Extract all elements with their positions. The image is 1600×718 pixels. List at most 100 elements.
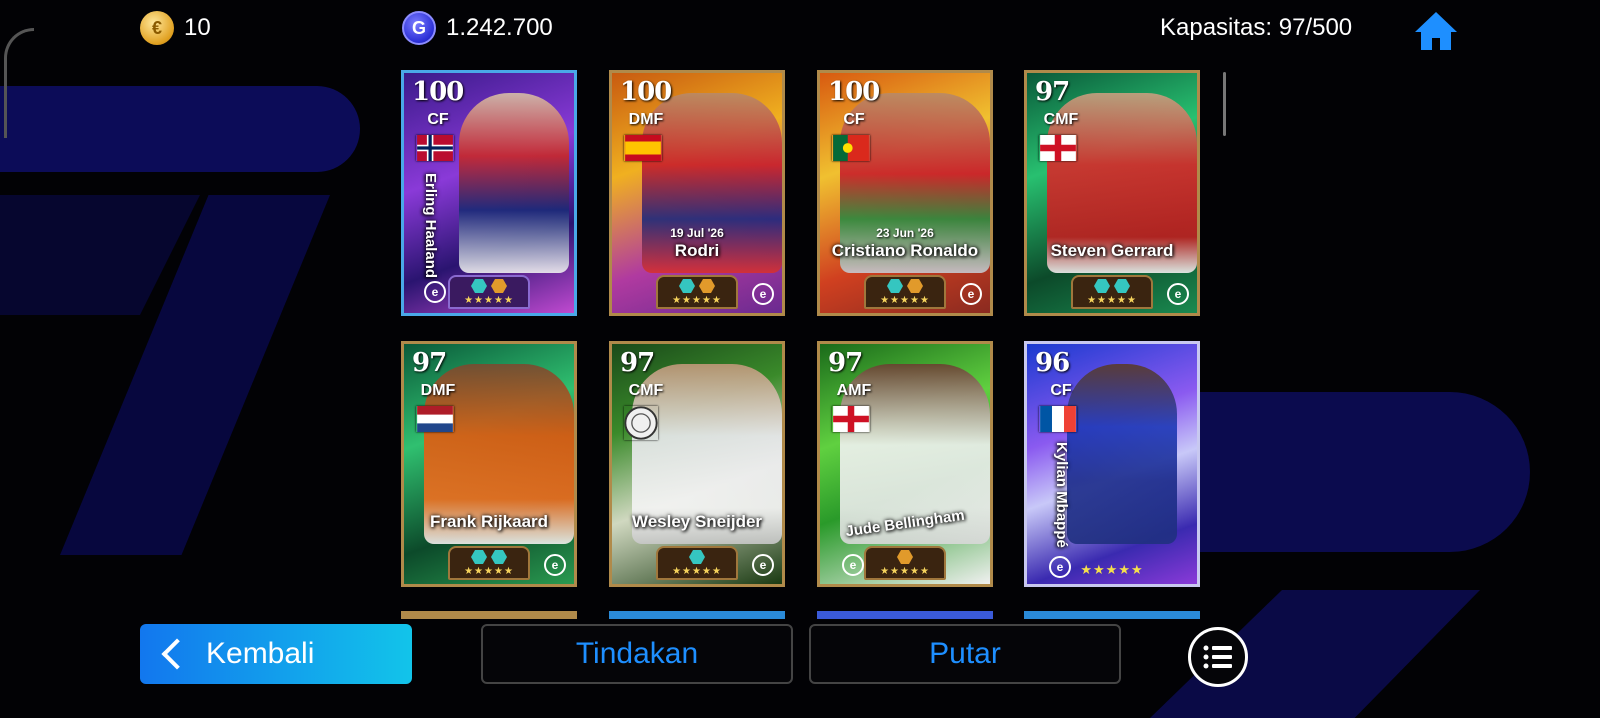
coins-counter: € 10 — [140, 10, 211, 46]
play-button-label: Putar — [929, 637, 1001, 670]
skill-hex-icon — [897, 550, 913, 564]
card-stars: ★★★★★ — [464, 295, 514, 306]
skill-hex-icon — [689, 550, 705, 564]
back-button-label: Kembali — [206, 637, 315, 670]
gp-value: 1.242.700 — [446, 14, 553, 41]
card-date: 23 Jun '26 — [876, 226, 934, 240]
card-rating: 100 — [828, 77, 880, 107]
card-stars: ★★★★★ — [672, 295, 722, 306]
background-stripe — [1190, 392, 1530, 552]
home-icon[interactable] — [1413, 10, 1459, 52]
card-rating: 100 — [620, 77, 672, 107]
player-artwork — [459, 93, 569, 273]
card-player-name: Kylian Mbappé — [1053, 442, 1070, 548]
portugal-flag-icon — [833, 135, 869, 161]
card-position: CMF — [1043, 111, 1079, 128]
player-card[interactable]: 97 DMF Frank Rijkaard ★★★★★ e — [401, 341, 577, 587]
card-stars: ★★★★★ — [880, 295, 930, 306]
efootball-logo-icon: e — [424, 281, 446, 303]
player-card-partial[interactable] — [1024, 611, 1200, 619]
efootball-logo-icon: e — [752, 283, 774, 305]
card-skill-badge: ★★★★★ — [448, 275, 530, 309]
skill-hex-icon — [907, 279, 923, 293]
back-button[interactable]: Kembali — [140, 624, 412, 684]
player-card-partial[interactable] — [817, 611, 993, 619]
card-rating: 97 — [1035, 77, 1070, 107]
actions-button[interactable]: Tindakan — [481, 624, 793, 684]
club-crest-icon — [624, 406, 658, 440]
skill-hex-icon — [491, 279, 507, 293]
gp-counter: G 1.242.700 — [402, 10, 553, 46]
gp-icon: G — [402, 11, 436, 45]
coins-value: 10 — [184, 14, 211, 41]
efootball-logo-icon: e — [960, 283, 982, 305]
card-stars: ★★★★★ — [464, 566, 514, 577]
capacity-text: Kapasitas: 97/500 — [1160, 14, 1353, 41]
card-stars: ★★★★★ — [1087, 295, 1137, 306]
efootball-logo-icon: e — [842, 554, 864, 576]
skill-hex-icon — [491, 550, 507, 564]
player-card[interactable]: 100 CF 23 Jun '26 Cristiano Ronaldo ★★★★… — [817, 70, 993, 316]
list-icon — [1203, 645, 1232, 669]
skill-hex-icon — [887, 279, 903, 293]
efootball-logo-icon: e — [752, 554, 774, 576]
background-arc — [4, 28, 34, 138]
skill-hex-icon — [471, 550, 487, 564]
card-player-name: Cristiano Ronaldo — [831, 241, 979, 260]
card-position: CF — [427, 111, 449, 128]
card-rating: 96 — [1035, 348, 1070, 378]
card-player-name: Wesley Sneijder — [631, 512, 763, 531]
player-card[interactable]: 97 AMF Jude Bellingham ★★★★★ e — [817, 341, 993, 587]
card-stars: ★★★★★ — [880, 566, 930, 577]
card-position: CMF — [628, 382, 664, 399]
card-player-name: Erling Haaland — [422, 173, 439, 279]
england-flag-icon — [1040, 135, 1076, 161]
play-button[interactable]: Putar — [809, 624, 1121, 684]
card-skill-badge: ★★★★★ — [656, 275, 738, 309]
player-card[interactable]: 100 CF Erling Haaland ★★★★★ e — [401, 70, 577, 316]
scrollbar[interactable] — [1223, 72, 1226, 136]
spain-flag-icon — [625, 135, 661, 161]
skill-hex-icon — [679, 279, 695, 293]
card-skill-badge: ★★★★★ — [448, 546, 530, 580]
card-player-name: Steven Gerrard — [1050, 241, 1174, 260]
player-card[interactable]: 97 CMF Steven Gerrard ★★★★★ e — [1024, 70, 1200, 316]
capacity-label: Kapasitas: 97/500 — [1160, 10, 1352, 46]
card-position: CF — [1050, 382, 1072, 399]
player-card[interactable]: 100 DMF 19 Jul '26 Rodri ★★★★★ e — [609, 70, 785, 316]
player-card-partial[interactable] — [401, 611, 577, 619]
skill-hex-icon — [699, 279, 715, 293]
skill-hex-icon — [1114, 279, 1130, 293]
card-position: DMF — [420, 382, 456, 399]
list-view-button[interactable] — [1188, 627, 1248, 687]
efootball-logo-icon: e — [1167, 283, 1189, 305]
card-rating: 97 — [412, 348, 447, 378]
card-player-name: Rodri — [674, 241, 720, 260]
actions-button-label: Tindakan — [575, 637, 699, 670]
chevron-left-icon — [161, 638, 193, 670]
card-skill-badge: ★★★★★ — [864, 275, 946, 309]
card-rating: 97 — [620, 348, 655, 378]
skill-hex-icon — [471, 279, 487, 293]
england-flag-icon — [833, 406, 869, 432]
player-card[interactable]: 96 CF Kylian Mbappé ★★★★★ e — [1024, 341, 1200, 587]
card-position: AMF — [836, 382, 872, 399]
netherlands-flag-icon — [417, 406, 453, 432]
card-position: CF — [843, 111, 865, 128]
card-skill-badge: ★★★★★ — [864, 546, 946, 580]
card-player-name: Frank Rijkaard — [429, 512, 549, 531]
card-rating: 97 — [828, 348, 863, 378]
card-position: DMF — [628, 111, 664, 128]
card-stars: ★★★★★ — [672, 566, 722, 577]
card-skill-badge: ★★★★★ — [656, 546, 738, 580]
efootball-logo-icon: e — [544, 554, 566, 576]
card-skill-badge: ★★★★★ — [1071, 275, 1153, 309]
norway-flag-icon — [417, 135, 453, 161]
france-flag-icon — [1040, 406, 1076, 432]
e-coin-icon: € — [140, 11, 174, 45]
player-card-partial[interactable] — [609, 611, 785, 619]
card-rating: 100 — [412, 77, 464, 107]
skill-hex-icon — [1094, 279, 1110, 293]
player-card[interactable]: 97 CMF Wesley Sneijder ★★★★★ e — [609, 341, 785, 587]
card-date: 19 Jul '26 — [670, 226, 724, 240]
